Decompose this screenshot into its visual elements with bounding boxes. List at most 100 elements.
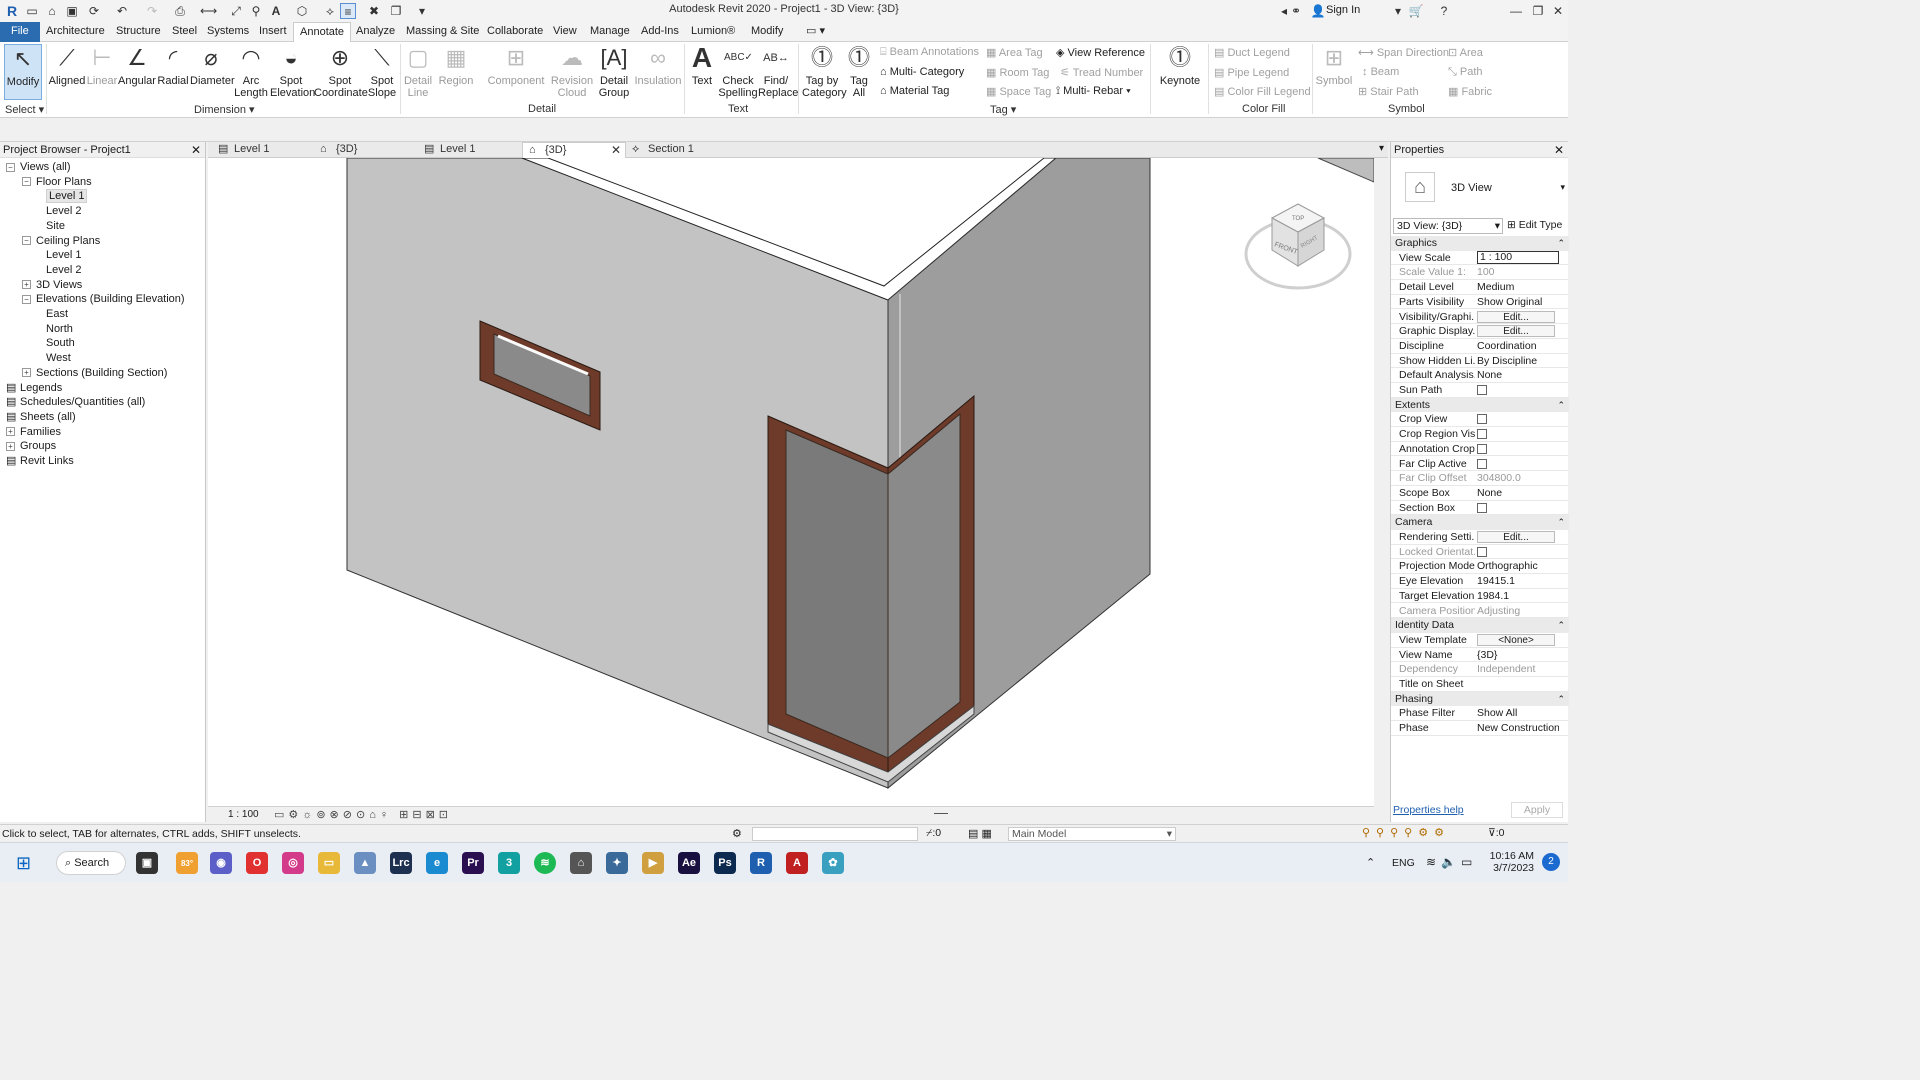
property-edit-button[interactable]: Edit... <box>1477 310 1555 323</box>
property-group-header[interactable]: Phasing ⌃ <box>1391 691 1569 707</box>
dropdown-arrow-icon[interactable]: ▾ <box>1390 3 1406 19</box>
after-effects-icon[interactable]: Ae <box>678 852 700 874</box>
clock[interactable]: 10:16 AM 3/7/2023 <box>1482 850 1534 874</box>
detail-group-button[interactable]: [A] Detail Group <box>596 44 632 99</box>
hscroll-thumb[interactable] <box>934 813 948 814</box>
view-tab-3d-a[interactable]: ⌂ {3D} <box>314 142 418 158</box>
browser-item[interactable]: Site <box>38 219 65 233</box>
type-selector[interactable]: ⌂ 3D View ▾ <box>1391 158 1569 218</box>
property-checkbox[interactable] <box>1477 385 1487 395</box>
tab-steel[interactable]: Steel <box>166 22 203 42</box>
expand-icon[interactable]: + <box>22 368 31 378</box>
lightroom-icon[interactable]: Lrc <box>390 852 412 874</box>
tab-annotate[interactable]: Annotate <box>293 22 352 42</box>
view-scale-control[interactable]: 1 : 100 <box>228 809 259 820</box>
selection-options-icons[interactable]: ⚲⚲⚲⚲⚙⚙ <box>1362 826 1450 839</box>
property-checkbox[interactable] <box>1477 458 1487 469</box>
property-value[interactable]: None <box>1477 368 1559 382</box>
edit-type-button[interactable]: ⊞ Edit Type <box>1507 218 1562 233</box>
spot-elevation-button[interactable]: ◒ Spot Elevation <box>270 44 315 99</box>
property-checkbox[interactable] <box>1477 546 1487 557</box>
help-icon[interactable]: ? <box>1436 3 1452 19</box>
property-value[interactable]: Show All <box>1477 706 1559 720</box>
property-value[interactable] <box>1477 501 1559 517</box>
path-symbol-button[interactable]: ⤡ Path <box>1448 66 1483 79</box>
expand-icon[interactable]: + <box>6 441 15 451</box>
property-value[interactable]: {3D} <box>1477 648 1559 662</box>
tab-massing-site[interactable]: Massing & Site <box>400 22 485 42</box>
property-value[interactable]: Independent <box>1477 662 1559 676</box>
language-indicator[interactable]: ENG <box>1392 857 1415 869</box>
property-value[interactable] <box>1477 457 1559 473</box>
property-value[interactable]: Adjusting <box>1477 604 1559 618</box>
property-group-header[interactable]: Graphics ⌃ <box>1391 236 1569 251</box>
property-group-header[interactable]: Identity Data ⌃ <box>1391 618 1569 633</box>
close-icon[interactable]: ✕ <box>1550 3 1566 19</box>
drawing-canvas[interactable]: TOP FRONT RIGHT <box>208 158 1374 806</box>
tab-insert[interactable]: Insert <box>253 22 293 42</box>
tab-view[interactable]: View <box>547 22 583 42</box>
beam-annotations-button[interactable]: ⌸ Beam Annotations <box>880 46 979 59</box>
browser-item[interactable]: ▤ Schedules/Quantities (all) <box>6 395 145 409</box>
browser-item[interactable]: Level 2 <box>38 204 81 218</box>
property-checkbox[interactable] <box>1477 414 1487 425</box>
browser-item[interactable]: − Floor Plans <box>22 175 92 189</box>
close-properties-icon[interactable]: ✕ <box>1554 142 1564 158</box>
tab-lumion[interactable]: Lumion® <box>685 22 741 42</box>
collapse-icon[interactable]: − <box>22 236 31 246</box>
tab-analyze[interactable]: Analyze <box>350 22 401 42</box>
spot-slope-button[interactable]: ⟍ Spot Slope <box>366 44 398 99</box>
dimension-panel-label[interactable]: Dimension ▾ <box>194 103 255 116</box>
stair-path-button[interactable]: ⊞ Stair Path <box>1358 85 1419 98</box>
design-options-icon[interactable]: ▤ ▦ <box>968 827 992 840</box>
collapse-group-icon[interactable]: ⌃ <box>1557 236 1565 250</box>
area-symbol-button[interactable]: ⊡ Area <box>1448 46 1483 59</box>
3dsmax-icon[interactable]: 3 <box>498 852 520 874</box>
tabs-menu-icon[interactable]: ▾ <box>1379 143 1384 154</box>
3d-model-view[interactable]: TOP FRONT RIGHT <box>208 158 1374 806</box>
room-tag-button[interactable]: ▦ Room Tag <box>986 66 1049 79</box>
ribbon-toggle-icon[interactable]: ▭ ▾ <box>800 22 831 42</box>
teams-chat-icon[interactable]: ◉ <box>210 852 232 874</box>
property-value[interactable]: <None> <box>1477 633 1559 647</box>
worksets-icon[interactable]: ⚙ <box>732 827 742 840</box>
property-edit-button[interactable]: Edit... <box>1477 531 1555 543</box>
browser-item[interactable]: + Groups <box>6 439 56 453</box>
property-value[interactable]: 1 : 100 <box>1477 250 1559 264</box>
tab-systems[interactable]: Systems <box>201 22 255 42</box>
property-value[interactable] <box>1477 412 1559 428</box>
property-checkbox[interactable] <box>1477 502 1487 513</box>
photoshop-icon[interactable]: Ps <box>714 852 736 874</box>
weather-icon[interactable]: 83° <box>176 852 198 874</box>
property-value[interactable]: 100 <box>1477 265 1559 279</box>
tab-add-ins[interactable]: Add-Ins <box>635 22 685 42</box>
view-cube[interactable]: TOP FRONT RIGHT <box>1244 203 1352 290</box>
aligned-button[interactable]: ⟋ Aligned <box>48 44 86 87</box>
property-value[interactable]: Show Original <box>1477 295 1559 309</box>
browser-item[interactable]: West <box>38 351 71 365</box>
property-value[interactable]: 19415.1 <box>1477 574 1559 588</box>
browser-item[interactable]: South <box>38 336 75 350</box>
close-browser-icon[interactable]: ✕ <box>191 142 201 158</box>
browser-item[interactable]: Level 1 <box>38 189 88 204</box>
tag-panel-label[interactable]: Tag ▾ <box>990 103 1016 116</box>
property-value[interactable] <box>1477 545 1559 561</box>
close-tab-icon[interactable]: ✕ <box>611 143 621 158</box>
app-icon-3[interactable]: ▶ <box>642 852 664 874</box>
windows-start-icon[interactable]: ⊞ <box>16 853 31 874</box>
collapse-group-icon[interactable]: ⌃ <box>1557 398 1565 412</box>
design-option-select[interactable]: Main Model ▾ <box>1008 827 1176 841</box>
property-value[interactable]: 304800.0 <box>1477 471 1559 485</box>
modify-button[interactable]: ↖ Modify <box>4 44 42 100</box>
instagram-icon[interactable]: ◎ <box>282 852 304 874</box>
revit-taskbar-icon[interactable]: R <box>750 852 772 874</box>
browser-item[interactable]: − Ceiling Plans <box>22 234 100 248</box>
fabric-symbol-button[interactable]: ▦ Fabric <box>1448 85 1492 98</box>
type-dropdown-icon[interactable]: ▾ <box>1560 182 1565 193</box>
browser-item[interactable]: Level 1 <box>38 248 81 262</box>
tab-file[interactable]: File <box>0 22 40 42</box>
property-edit-button[interactable]: Edit... <box>1477 325 1555 338</box>
expand-icon[interactable]: + <box>6 427 15 437</box>
property-value[interactable]: Edit... <box>1477 324 1559 338</box>
check-spelling-button[interactable]: ABC✓ Check Spelling <box>718 44 758 99</box>
